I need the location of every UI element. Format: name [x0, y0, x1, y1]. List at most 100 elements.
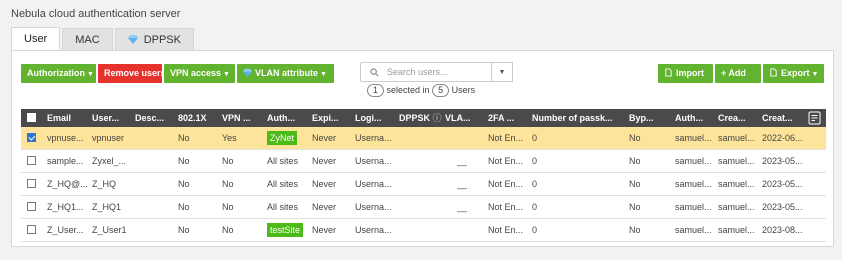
cell-createdby: samuel... — [718, 179, 755, 189]
col-dppsk[interactable]: DPPSK ⓘ — [399, 109, 442, 127]
column-settings-icon[interactable] — [808, 111, 822, 125]
authorization-button[interactable]: Authorization ▼ — [21, 64, 96, 83]
cell-login: Userna... — [355, 179, 392, 189]
tab-mac[interactable]: MAC — [62, 28, 113, 50]
table-row[interactable]: vpnuse... vpnuser No Yes ZyNet Never Userna...… — [21, 127, 826, 150]
cell-username: Z_HQ — [92, 179, 117, 189]
col-vlan[interactable]: VLA... — [445, 109, 471, 127]
cell-email: sample... — [47, 156, 84, 166]
cell-2fa: Not En... — [488, 133, 524, 143]
export-button[interactable]: Export ▼ — [763, 64, 824, 83]
auth-badge: testSite — [267, 223, 304, 237]
cell-created: 2023-05... — [762, 179, 803, 189]
cell-bypass: No — [629, 179, 641, 189]
file-import-icon — [665, 68, 672, 77]
cell-authby: samuel... — [675, 202, 712, 212]
col-login[interactable]: Logi... — [355, 109, 382, 127]
cell-2fa: Not En... — [488, 202, 524, 212]
cell-8021x: No — [178, 225, 190, 235]
cell-username: Z_HQ1 — [92, 202, 122, 212]
cell-expiry: Never — [312, 156, 337, 166]
chevron-down-icon: ▼ — [87, 71, 94, 78]
cell-vpn: No — [222, 156, 234, 166]
tab-user[interactable]: User — [11, 27, 61, 51]
chevron-down-icon: ▼ — [320, 71, 327, 78]
export-label: Export — [781, 68, 810, 78]
cell-expiry: Never — [312, 225, 337, 235]
table-header: Email User... Desc... 802.1X VPN ... Aut… — [21, 109, 826, 127]
cell-email: Z_User... — [47, 225, 84, 235]
search-placeholder: Search users... — [387, 67, 448, 77]
cell-login: Userna... — [355, 156, 392, 166]
cell-vpn: No — [222, 202, 234, 212]
remove-users-button[interactable]: Remove users — [98, 64, 166, 83]
page-title: Nebula cloud authentication server — [11, 8, 181, 20]
cell-bypass: No — [629, 156, 641, 166]
col-8021x[interactable]: 802.1X — [178, 109, 207, 127]
row-checkbox[interactable] — [27, 156, 36, 165]
search-dropdown-button[interactable]: ▼ — [491, 62, 513, 82]
cell-auth: testSite — [267, 219, 304, 241]
search-icon — [370, 68, 379, 77]
col-bypass[interactable]: Byp... — [629, 109, 654, 127]
cell-passkeys: 0 — [532, 156, 538, 166]
cell-authby: samuel... — [675, 179, 712, 189]
cell-8021x: No — [178, 202, 190, 212]
row-checkbox[interactable] — [27, 202, 36, 211]
cell-passkeys: 0 — [532, 202, 538, 212]
col-createdby[interactable]: Crea... — [718, 109, 746, 127]
selected-count: 1 — [367, 84, 385, 97]
cell-authby: samuel... — [675, 133, 712, 143]
cell-username: vpnuser — [92, 133, 125, 143]
table-row[interactable]: sample... Zyxel_... No No All sites Never User… — [21, 150, 826, 173]
col-description[interactable]: Desc... — [135, 109, 164, 127]
search-input[interactable]: Search users... ▼ — [360, 62, 513, 82]
col-username[interactable]: User... — [92, 109, 119, 127]
info-icon: ⓘ — [432, 113, 442, 123]
import-label: Import — [676, 68, 704, 78]
table-row[interactable]: Z_HQ@... Z_HQ No No All sites Never Userna... _… — [21, 173, 826, 196]
tab-dppsk[interactable]: DPPSK — [114, 28, 194, 50]
cell-created: 2022-06... — [762, 133, 803, 143]
row-checkbox[interactable] — [27, 133, 36, 142]
cell-createdby: samuel... — [718, 202, 755, 212]
col-passkeys[interactable]: Number of passk... — [532, 109, 613, 127]
col-vpn[interactable]: VPN ... — [222, 109, 251, 127]
cell-login: Userna... — [355, 202, 392, 212]
col-expiry[interactable]: Expi... — [312, 109, 339, 127]
file-export-icon — [770, 68, 777, 77]
total-count: 5 — [432, 84, 450, 97]
selected-text: selected in — [386, 85, 430, 95]
cell-created: 2023-08... — [762, 225, 803, 235]
diamond-icon — [243, 68, 252, 77]
import-button[interactable]: Import — [658, 64, 713, 83]
col-authby[interactable]: Auth... — [675, 109, 703, 127]
users-text: Users — [451, 85, 476, 95]
select-all-checkbox[interactable] — [27, 113, 36, 122]
row-checkbox[interactable] — [27, 225, 36, 234]
cell-username: Z_User1 — [92, 225, 127, 235]
cell-auth: All sites — [267, 202, 299, 212]
cell-expiry: Never — [312, 179, 337, 189]
cell-passkeys: 0 — [532, 179, 538, 189]
cell-authby: samuel... — [675, 225, 712, 235]
col-auth[interactable]: Auth... — [267, 109, 295, 127]
cell-vlan: __ — [457, 179, 468, 189]
table-row[interactable]: Z_HQ1... Z_HQ1 No No All sites Never Userna...… — [21, 196, 826, 219]
remove-users-label: Remove users — [104, 68, 166, 78]
users-panel: Authorization ▼ Remove users VPN access ▼ … — [11, 50, 834, 247]
cell-login: Userna... — [355, 133, 392, 143]
vlan-attribute-button[interactable]: VLAN attribute ▼ — [237, 64, 334, 83]
row-checkbox[interactable] — [27, 179, 36, 188]
cell-2fa: Not En... — [488, 179, 524, 189]
authorization-label: Authorization — [27, 68, 85, 78]
col-2fa[interactable]: 2FA ... — [488, 109, 514, 127]
col-email[interactable]: Email — [47, 109, 71, 127]
vpn-access-button[interactable]: VPN access ▼ — [164, 64, 235, 83]
table-row[interactable]: Z_User... Z_User1 No No testSite Never Userna.… — [21, 219, 826, 242]
cell-created: 2023-05... — [762, 202, 803, 212]
col-created[interactable]: Creat... — [762, 109, 793, 127]
cell-auth: All sites — [267, 156, 299, 166]
add-button[interactable]: + Add — [715, 64, 761, 83]
cell-bypass: No — [629, 225, 641, 235]
